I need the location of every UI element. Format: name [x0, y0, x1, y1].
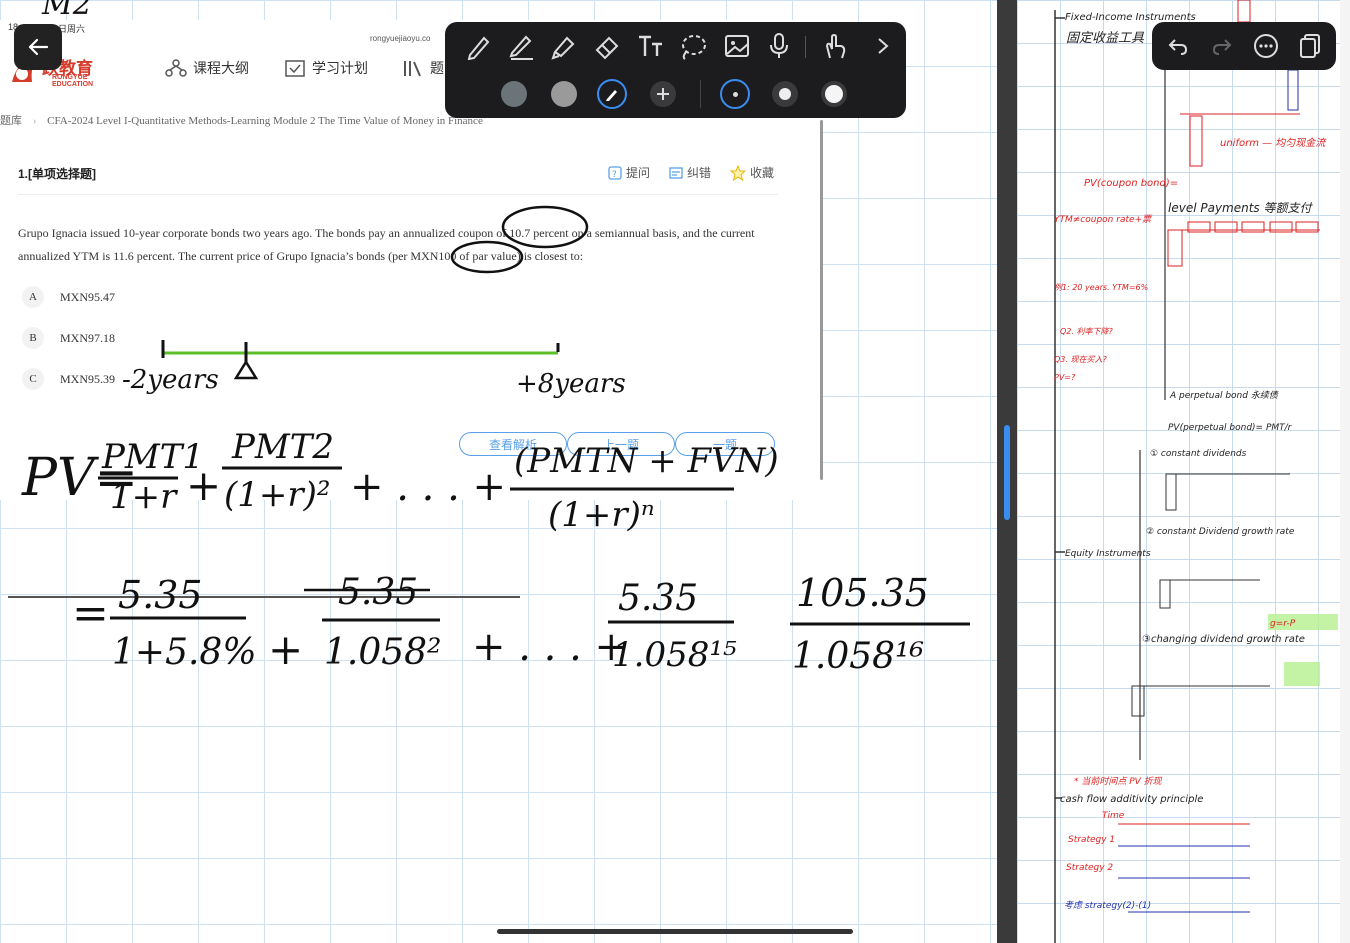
embedded-scrollbar	[820, 120, 823, 480]
pen-tool[interactable]	[463, 30, 495, 62]
image-tool[interactable]	[721, 30, 753, 62]
pencil-edit-icon	[606, 90, 617, 101]
question-type: 1.[单项选择题]	[18, 167, 97, 181]
question-text: Grupo Ignacia issued 10-year corporate b…	[18, 226, 755, 263]
plus-icon	[657, 88, 669, 100]
nav-course-outline[interactable]: 课程大纲	[165, 58, 249, 78]
lasso-icon	[682, 35, 706, 60]
arrow-left-icon	[28, 38, 49, 56]
lasso-tool[interactable]	[677, 30, 709, 62]
status-date: 日周六	[58, 24, 86, 34]
question-icon: ?	[608, 165, 622, 180]
color-swatch-custom[interactable]	[597, 79, 627, 109]
nav-study-plan[interactable]: 学习计划	[284, 58, 368, 78]
option-c[interactable]: C MXN95.39	[22, 368, 115, 390]
logo-text-en: RONGYUE EDUCATION	[52, 74, 94, 88]
undo-button[interactable]	[1162, 30, 1194, 62]
calendar-check-icon	[285, 60, 305, 77]
toolbar-expand-button[interactable]	[867, 30, 899, 62]
nav-label: 题	[430, 60, 444, 76]
books-icon	[404, 61, 421, 77]
favorite-label: 收藏	[750, 166, 775, 180]
divider	[18, 194, 778, 195]
breadcrumb: 题库 › CFA-2024 Level I-Quantitative Metho…	[0, 112, 483, 128]
back-button[interactable]	[14, 24, 62, 70]
option-text: MXN95.39	[60, 371, 116, 386]
touch-draw-icon	[825, 33, 846, 59]
more-icon	[1254, 34, 1278, 58]
redo-button[interactable]	[1206, 30, 1238, 62]
error-report-icon	[669, 166, 683, 179]
pages-icon	[1300, 34, 1320, 58]
microphone-icon	[770, 33, 788, 58]
image-icon	[725, 35, 749, 57]
nav-label: 课程大纲	[193, 60, 249, 76]
fountain-pen-icon	[509, 35, 533, 60]
next-question-button[interactable]: 一题	[675, 432, 775, 456]
stroke-size-small[interactable]	[720, 79, 750, 109]
pages-button[interactable]	[1294, 30, 1326, 62]
report-error-button[interactable]: 纠错	[669, 164, 711, 181]
drawing-toolbar	[445, 22, 906, 118]
eraser-icon	[595, 36, 619, 60]
size-dot	[825, 85, 843, 103]
right-notes-canvas[interactable]	[1017, 0, 1350, 943]
eraser-tool[interactable]	[591, 30, 623, 62]
nav-question-bank[interactable]: 题	[402, 58, 444, 78]
highlighter-tool[interactable]	[547, 30, 579, 62]
color-swatch-gray[interactable]	[551, 81, 577, 107]
page-toolbar	[1152, 22, 1336, 70]
toolbar-separator	[805, 36, 806, 58]
undo-icon	[1168, 39, 1188, 55]
microphone-tool[interactable]	[763, 30, 795, 62]
toolbar-separator	[700, 80, 701, 108]
option-b[interactable]: B MXN97.18	[22, 327, 115, 349]
fountain-pen-tool[interactable]	[505, 30, 537, 62]
size-dot	[732, 91, 738, 97]
svg-text:?: ?	[612, 170, 617, 180]
breadcrumb-chevron-icon: ›	[32, 115, 37, 127]
option-letter: A	[22, 286, 44, 308]
breadcrumb-root[interactable]: 题库	[0, 115, 22, 127]
home-indicator[interactable]	[497, 929, 853, 934]
text-tool[interactable]	[635, 30, 667, 62]
report-error-label: 纠错	[687, 166, 712, 180]
split-view-handle[interactable]	[1004, 425, 1010, 520]
pen-icon	[467, 36, 490, 60]
chevron-right-icon	[878, 38, 889, 54]
ask-button[interactable]: ? 提问	[608, 164, 650, 181]
option-a[interactable]: A MXN95.47	[22, 286, 115, 308]
option-text: MXN97.18	[60, 330, 116, 345]
highlighter-icon	[551, 36, 575, 60]
text-tool-icon	[639, 35, 662, 56]
add-color-button[interactable]	[650, 81, 676, 107]
view-analysis-button[interactable]: 查看解析	[459, 432, 567, 456]
web-url: rongyuejiaoyu.co	[370, 34, 431, 43]
redo-icon	[1212, 39, 1232, 55]
star-icon	[730, 164, 746, 181]
option-letter: B	[22, 327, 44, 349]
course-outline-icon	[165, 59, 187, 77]
more-options-button[interactable]	[1250, 30, 1282, 62]
previous-question-button[interactable]: 上一题	[567, 432, 675, 456]
right-edge	[1340, 0, 1350, 943]
nav-label: 学习计划	[312, 60, 368, 76]
option-letter: C	[22, 368, 44, 390]
stroke-size-large[interactable]	[821, 81, 847, 107]
favorite-button[interactable]: 收藏	[730, 164, 774, 181]
ask-label: 提问	[626, 166, 651, 180]
color-swatch-dark-gray[interactable]	[501, 81, 527, 107]
option-text: MXN95.47	[60, 289, 116, 304]
touch-draw-tool[interactable]	[819, 30, 851, 62]
breadcrumb-page: CFA-2024 Level I-Quantitative Methods-Le…	[47, 115, 483, 127]
size-dot	[779, 88, 791, 100]
stroke-size-medium[interactable]	[772, 81, 798, 107]
